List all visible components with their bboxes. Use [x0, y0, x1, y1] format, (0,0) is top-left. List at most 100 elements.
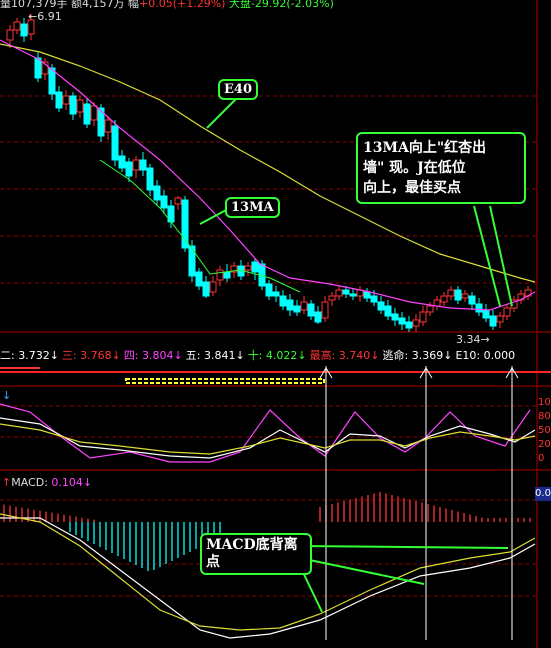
ma13-pointer [199, 208, 229, 225]
candle-body [412, 319, 420, 327]
candle-body [454, 289, 462, 301]
candle-body [468, 295, 476, 305]
candle-body [475, 303, 483, 313]
macd-label: ↑MACD: 0.104↓ [2, 476, 92, 489]
candle-body [391, 313, 399, 321]
kdj-marker-icon: ↓ [2, 389, 12, 402]
buy-point-line-3: 向上，最佳买点 [363, 180, 461, 196]
candle-body [461, 293, 469, 299]
candle-body [139, 159, 147, 171]
candle-body [13, 21, 21, 31]
divergence-pointer-3 [299, 545, 509, 549]
ma-values-bar: 二: 3.732↓ 三: 3.768↓ 四: 3.804↓ 五: 3.841↓ 十: 4… [0, 349, 518, 362]
e40-pointer [206, 98, 237, 129]
ma-value-item: 最高: 3.740↓ [309, 349, 380, 362]
macd-name: MACD: [11, 476, 48, 489]
low-price-label: 3.34→ [456, 333, 490, 346]
candle-body [272, 291, 280, 297]
candle-body [223, 271, 231, 279]
ma-value-item: 逃命: 3.369↓ [382, 349, 453, 362]
candle-body [83, 103, 91, 125]
candle-body [216, 269, 224, 281]
candle-body [146, 167, 154, 191]
candle-body [363, 291, 371, 299]
ma-value-item: 十: 4.022↓ [247, 349, 307, 362]
candle-body [125, 161, 133, 177]
ma-value-item: 二: 3.732↓ [0, 349, 59, 362]
candle-body [62, 95, 70, 105]
candle-body [76, 99, 84, 113]
candle-body [405, 321, 413, 329]
candle-body [328, 295, 336, 301]
buy-point-callout: 13MA向上"红杏出 墙" 现。J在低位 向上，最佳买点 [356, 132, 526, 204]
candle-body [181, 199, 189, 249]
candle-body [286, 299, 294, 311]
candle-body [90, 105, 98, 121]
candle-body [307, 303, 315, 317]
candle-body [55, 91, 63, 109]
candle-body [104, 119, 112, 133]
buy-point-pointer-2 [489, 205, 513, 307]
candle-body [377, 301, 385, 311]
kdj-scale-label: 0 [538, 453, 545, 464]
candle-body [153, 185, 161, 201]
buy-point-line-2: 墙" 现。J在低位 [363, 160, 466, 176]
divergence-callout: MACD底背离 点 [200, 533, 312, 575]
buy-point-line-1: 13MA向上"红杏出 [363, 140, 487, 156]
candle-body [174, 197, 182, 205]
kdj-k-line [0, 417, 536, 459]
low-price-value: 3.34 [456, 333, 481, 346]
candle-body [314, 311, 322, 323]
ma-value-item: 三: 3.768↓ [61, 349, 121, 362]
candle-body [370, 295, 378, 303]
candle-body [321, 301, 329, 319]
candle-body [69, 95, 77, 115]
kdj-scale-label: 80 [538, 411, 551, 422]
candle-body [433, 299, 441, 307]
candle-body [440, 295, 448, 303]
macd-right-badge: 0.0 [535, 487, 551, 501]
divergence-line-1: MACD底背离 [206, 537, 298, 553]
macd-arrow: ↓ [82, 476, 93, 489]
buy-point-pointer-1 [473, 205, 501, 307]
candle-body [34, 57, 42, 79]
candle-body [195, 271, 203, 287]
candle-body [111, 125, 119, 161]
candle-body [503, 307, 511, 317]
ma-value-item: E10: 0.000 [455, 349, 516, 362]
candle-body [188, 245, 196, 277]
candle-body [447, 289, 455, 297]
kdj-scale-label: 100 [538, 397, 551, 408]
candle-body [489, 315, 497, 327]
kdj-j-line [0, 403, 531, 463]
divergence-line-2: 点 [206, 554, 220, 570]
candle-body [6, 29, 14, 41]
ma-value-item: 四: 3.804↓ [123, 349, 183, 362]
high-price-label: ←6.91 [28, 10, 62, 23]
candle-body [20, 23, 28, 37]
macd-up-icon: ↑ [2, 476, 12, 489]
kdj-d-line [0, 423, 536, 455]
kdj-scale: 100 80 50 20 0 [538, 397, 551, 467]
candle-body [293, 305, 301, 313]
candle-body [482, 309, 490, 319]
candle-body [265, 283, 273, 297]
candle-body [398, 317, 406, 325]
ma-value-item: 五: 3.841↓ [185, 349, 245, 362]
candle-body [300, 301, 308, 311]
divergence-pointer-2 [299, 557, 425, 585]
candle-body [349, 293, 357, 297]
candle-body [496, 315, 504, 323]
candle-body [209, 281, 217, 293]
candle-body [160, 195, 168, 209]
macd-value: 0.104 [51, 476, 83, 489]
marker-band [125, 378, 325, 384]
candle-body [279, 295, 287, 307]
candle-body [419, 311, 427, 323]
candle-body [118, 155, 126, 169]
candle-body [384, 305, 392, 317]
high-price-value: 6.91 [37, 10, 62, 23]
candle-body [202, 281, 210, 297]
candle-body [251, 261, 259, 273]
candle-body [342, 289, 350, 295]
